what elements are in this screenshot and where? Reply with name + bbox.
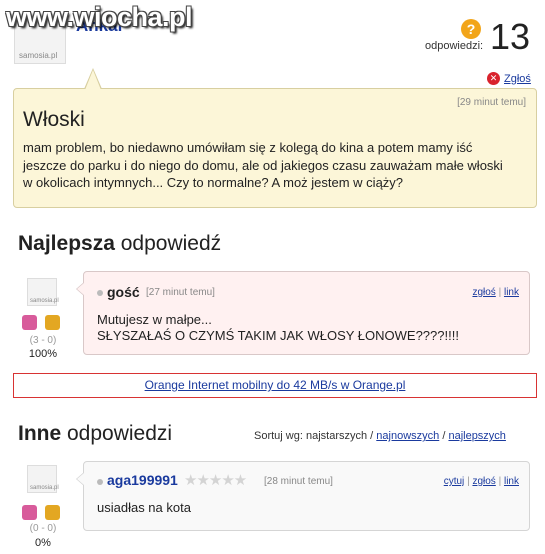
status-dot: [97, 290, 103, 296]
separator: |: [467, 476, 470, 487]
best-answer-box: gość [27 minut temu] zgłoś | link Mutuje…: [76, 271, 530, 355]
sort-label: Sortuj wg: najstarszych /: [254, 430, 374, 442]
question-box: [29 minut temu] Włoski mam problem, bo n…: [13, 88, 537, 208]
heading-bold: Najlepsza: [18, 232, 115, 255]
answer-text: usiadłas na kota: [97, 500, 191, 515]
thumbs-down-icon[interactable]: [45, 505, 60, 520]
bubble-tail-inner: [77, 473, 84, 485]
answer-text: Mutujesz w małpe... SŁYSZAŁAŚ O CZYMŚ TA…: [97, 312, 459, 344]
vote-buttons: [22, 315, 60, 330]
best-answer-heading: Najlepsza odpowiedź: [18, 232, 221, 256]
heading-rest: odpowiedzi: [61, 422, 173, 445]
separator: /: [442, 430, 446, 442]
answers-count: 13: [490, 16, 531, 57]
ad-link[interactable]: Orange Internet mobilny do 42 MB/s w Ora…: [145, 378, 406, 392]
status-dot: [97, 479, 103, 485]
report-link[interactable]: zgłoś: [472, 476, 495, 487]
thumbs-down-icon[interactable]: [45, 315, 60, 330]
ad-banner: Orange Internet mobilny do 42 MB/s w Ora…: [13, 373, 537, 398]
answer-author[interactable]: aga199991: [107, 472, 178, 488]
sort-options: Sortuj wg: najstarszych / najnowszych / …: [254, 430, 506, 442]
question-time: [29 minut temu]: [457, 97, 526, 108]
watermark: www.wiocha.pl: [6, 2, 193, 32]
vote-buttons: [22, 505, 60, 520]
vote-count: (0 - 0): [29, 523, 57, 534]
sort-newest[interactable]: najnowszych: [376, 430, 439, 442]
answer-actions: cytuj | zgłoś | link: [444, 476, 519, 487]
separator: |: [498, 476, 502, 487]
permalink[interactable]: link: [504, 287, 519, 298]
question-title: Włoski: [23, 108, 85, 131]
permalink[interactable]: link: [504, 476, 519, 487]
quote-link[interactable]: cytuj: [444, 476, 465, 487]
thumbs-up-icon[interactable]: [22, 505, 37, 520]
answer-line: Mutujesz w małpe...: [97, 312, 212, 327]
rating-stars: ★★★★★: [184, 472, 247, 489]
bubble-tail-inner: [85, 70, 101, 90]
answer-box: aga199991 ★★★★★ [28 minut temu] cytuj | …: [76, 461, 530, 531]
answer-actions: zgłoś | link: [472, 287, 519, 298]
vote-percent: 100%: [28, 348, 58, 360]
answer-line: SŁYSZAŁAŚ O CZYMŚ TAKIM JAK WŁOSY ŁONOWE…: [97, 328, 459, 343]
other-answers-heading: Inne odpowiedzi: [18, 422, 172, 446]
avatar-caption: samosia.pl: [30, 298, 59, 304]
report-question[interactable]: ✕ Zgłoś: [487, 72, 531, 85]
report-x-icon: ✕: [487, 72, 500, 85]
answer-time: [27 minut temu]: [146, 287, 215, 298]
avatar-caption: samosia.pl: [19, 51, 58, 60]
sort-best[interactable]: najlepszych: [448, 430, 505, 442]
report-link[interactable]: Zgłoś: [504, 73, 531, 85]
answer-avatar[interactable]: samosia.pl: [27, 278, 59, 306]
bubble-tail-inner: [77, 283, 84, 295]
answers-label: odpowiedzi:: [425, 40, 484, 52]
question-mark-icon: ?: [461, 19, 481, 39]
vote-percent: 0%: [35, 537, 51, 549]
separator: |: [498, 287, 502, 298]
question-body: mam problem, bo niedawno umówiłam się z …: [23, 140, 503, 190]
vote-count: (3 - 0): [29, 335, 57, 346]
avatar-caption: samosia.pl: [30, 485, 59, 491]
report-link[interactable]: zgłoś: [472, 287, 495, 298]
heading-rest: odpowiedź: [114, 232, 222, 255]
answer-time: [28 minut temu]: [264, 476, 333, 487]
answer-avatar[interactable]: samosia.pl: [27, 465, 59, 493]
thumbs-up-icon[interactable]: [22, 315, 37, 330]
heading-bold: Inne: [18, 422, 62, 445]
answer-author: gość: [107, 284, 140, 300]
